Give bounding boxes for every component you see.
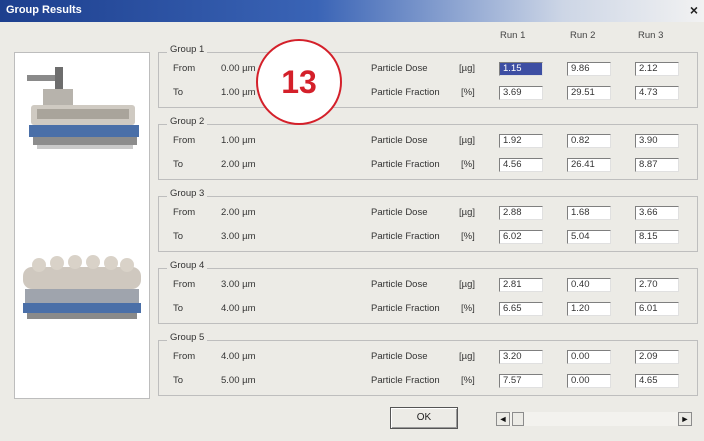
to-value: 4.00 µm	[221, 303, 256, 314]
title-bar: Group Results ×	[0, 0, 704, 22]
dose-run2-field[interactable]: 0.40	[567, 278, 611, 292]
from-label: From	[173, 207, 196, 218]
dose-run1-field[interactable]: 2.81	[499, 278, 543, 292]
dose-run2-field[interactable]: 0.00	[567, 350, 611, 364]
group-title: Group 5	[167, 332, 208, 343]
to-label: To	[173, 231, 184, 242]
fraction-run2-field[interactable]: 29.51	[567, 86, 611, 100]
from-label: From	[173, 351, 196, 362]
scroll-right-icon[interactable]: ►	[678, 412, 692, 426]
dose-run3-field[interactable]: 2.09	[635, 350, 679, 364]
fraction-run1-field[interactable]: 6.65	[499, 302, 543, 316]
dose-unit: [µg]	[459, 207, 476, 218]
particle-dose-label: Particle Dose	[371, 279, 428, 290]
particle-fraction-label: Particle Fraction	[371, 231, 440, 242]
fraction-run3-field[interactable]: 8.87	[635, 158, 679, 172]
particle-dose-label: Particle Dose	[371, 135, 428, 146]
dose-run1-field[interactable]: 2.88	[499, 206, 543, 220]
particle-dose-label: Particle Dose	[371, 63, 428, 74]
fraction-run1-field[interactable]: 3.69	[499, 86, 543, 100]
group-title: Group 2	[167, 116, 208, 127]
dose-run1-field[interactable]: 3.20	[499, 350, 543, 364]
to-label: To	[173, 87, 184, 98]
group-title: Group 4	[167, 260, 208, 271]
column-header-run1: Run 1	[500, 30, 526, 41]
column-header-run3: Run 3	[638, 30, 664, 41]
dose-run3-field[interactable]: 3.90	[635, 134, 679, 148]
scroll-thumb[interactable]	[512, 412, 524, 426]
from-value: 3.00 µm	[221, 279, 256, 290]
particle-fraction-label: Particle Fraction	[371, 87, 440, 98]
dose-unit: [µg]	[459, 351, 476, 362]
group-3-box: Group 3 From 2.00 µm To 3.00 µm Particle…	[158, 188, 698, 252]
from-value: 1.00 µm	[221, 135, 256, 146]
to-label: To	[173, 303, 184, 314]
to-value: 5.00 µm	[221, 375, 256, 386]
fraction-run2-field[interactable]: 0.00	[567, 374, 611, 388]
from-value: 0.00 µm	[221, 63, 256, 74]
fraction-unit: [%]	[461, 87, 475, 98]
window-title: Group Results	[6, 4, 82, 16]
fraction-run3-field[interactable]: 8.15	[635, 230, 679, 244]
fraction-run2-field[interactable]: 26.41	[567, 158, 611, 172]
group-title: Group 3	[167, 188, 208, 199]
to-value: 2.00 µm	[221, 159, 256, 170]
particle-dose-label: Particle Dose	[371, 351, 428, 362]
fraction-run2-field[interactable]: 1.20	[567, 302, 611, 316]
scroll-left-icon[interactable]: ◄	[496, 412, 510, 426]
from-label: From	[173, 63, 196, 74]
column-headers: Run 1 Run 2 Run 3	[0, 30, 704, 44]
from-value: 2.00 µm	[221, 207, 256, 218]
dose-run1-field[interactable]: 1.92	[499, 134, 543, 148]
from-label: From	[173, 135, 196, 146]
fraction-run1-field[interactable]: 4.56	[499, 158, 543, 172]
to-value: 3.00 µm	[221, 231, 256, 242]
particle-fraction-label: Particle Fraction	[371, 375, 440, 386]
group-5-box: Group 5 From 4.00 µm To 5.00 µm Particle…	[158, 332, 698, 396]
number-badge: 13	[256, 39, 342, 125]
to-label: To	[173, 159, 184, 170]
group-title: Group 1	[167, 44, 208, 55]
impactor-illustration	[23, 67, 141, 319]
group-2-box: Group 2 From 1.00 µm To 2.00 µm Particle…	[158, 116, 698, 180]
fraction-run1-field[interactable]: 6.02	[499, 230, 543, 244]
particle-fraction-label: Particle Fraction	[371, 303, 440, 314]
to-label: To	[173, 375, 184, 386]
fraction-run3-field[interactable]: 4.65	[635, 374, 679, 388]
from-value: 4.00 µm	[221, 351, 256, 362]
dose-unit: [µg]	[459, 135, 476, 146]
particle-fraction-label: Particle Fraction	[371, 159, 440, 170]
horizontal-scrollbar[interactable]: ◄ ►	[496, 412, 692, 426]
fraction-unit: [%]	[461, 303, 475, 314]
close-icon[interactable]: ×	[686, 2, 702, 18]
dose-unit: [µg]	[459, 63, 476, 74]
particle-dose-label: Particle Dose	[371, 207, 428, 218]
from-label: From	[173, 279, 196, 290]
dose-run2-field[interactable]: 0.82	[567, 134, 611, 148]
group-4-box: Group 4 From 3.00 µm To 4.00 µm Particle…	[158, 260, 698, 324]
fraction-run3-field[interactable]: 4.73	[635, 86, 679, 100]
dose-run2-field[interactable]: 1.68	[567, 206, 611, 220]
fraction-unit: [%]	[461, 375, 475, 386]
ok-button[interactable]: OK	[390, 407, 458, 429]
fraction-run1-field[interactable]: 7.57	[499, 374, 543, 388]
dose-run1-field[interactable]: 1.15	[499, 62, 543, 76]
group-1-box: Group 1 From 0.00 µm To 1.00 µm Particle…	[158, 44, 698, 108]
dose-unit: [µg]	[459, 279, 476, 290]
dose-run2-field[interactable]: 9.86	[567, 62, 611, 76]
to-value: 1.00 µm	[221, 87, 256, 98]
fraction-unit: [%]	[461, 159, 475, 170]
impactor-image	[14, 52, 150, 399]
fraction-run2-field[interactable]: 5.04	[567, 230, 611, 244]
fraction-run3-field[interactable]: 6.01	[635, 302, 679, 316]
dose-run3-field[interactable]: 2.70	[635, 278, 679, 292]
dose-run3-field[interactable]: 2.12	[635, 62, 679, 76]
dose-run3-field[interactable]: 3.66	[635, 206, 679, 220]
fraction-unit: [%]	[461, 231, 475, 242]
column-header-run2: Run 2	[570, 30, 596, 41]
